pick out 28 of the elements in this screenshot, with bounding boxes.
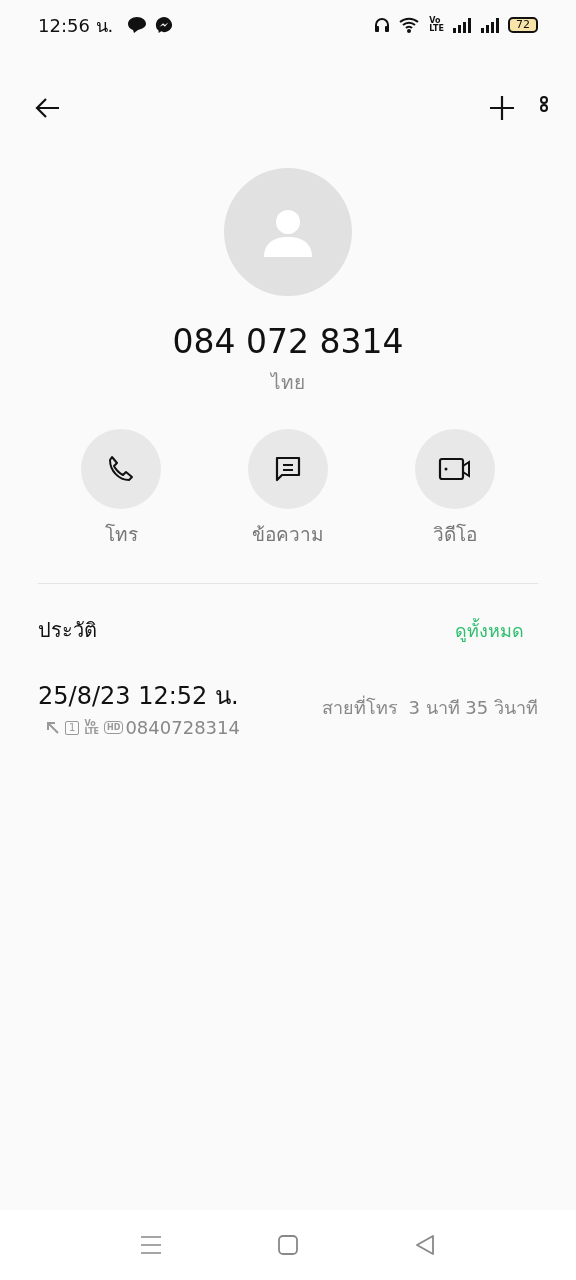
sim-badge: 1 (65, 720, 80, 735)
call-duration: 3 นาที 35 วินาที (408, 695, 538, 720)
call-number: 0840728314 (125, 717, 240, 738)
action-label: ข้อความ (252, 522, 324, 547)
action-label: โทร (104, 522, 138, 547)
outgoing-arrow-icon (46, 720, 60, 735)
video-camera-icon (438, 455, 472, 483)
message-icon (274, 455, 302, 483)
action-label: วิดีโอ (433, 522, 477, 547)
battery-indicator: 72 (508, 17, 538, 33)
headset-icon (373, 16, 392, 34)
home-button[interactable] (277, 1234, 299, 1256)
messenger-icon (155, 16, 174, 34)
signal-icon (452, 17, 472, 33)
call-type: สายที่โทร (322, 694, 399, 720)
location-label: ไทย (271, 370, 305, 395)
phone-icon (106, 454, 136, 484)
volte-label: Vo LTE (429, 17, 444, 33)
signal-icon (480, 17, 500, 33)
section-title: ประวัติ (38, 617, 97, 644)
hd-badge: HD (104, 721, 124, 734)
status-time: 12:56 น. (38, 13, 114, 38)
see-all-link[interactable]: ดูทั้งหมด (455, 615, 524, 645)
volte-label: Vo LTE (84, 719, 100, 736)
back-nav-button[interactable] (414, 1234, 436, 1256)
call-datetime: 25/8/23 12:52 น. (38, 681, 240, 712)
phone-number: 084 072 8314 (172, 322, 404, 361)
add-button[interactable] (488, 94, 516, 122)
